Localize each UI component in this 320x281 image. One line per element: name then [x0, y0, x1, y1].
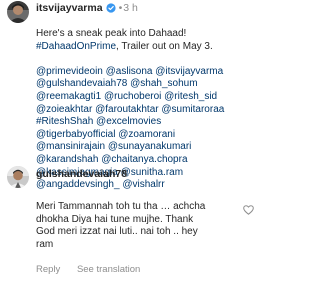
commenter-avatar[interactable] [7, 166, 29, 188]
mention-link[interactable]: @sumitaroraa [159, 104, 224, 115]
caption-text: , Trailer out on May 3. [116, 40, 213, 52]
comment-actions: Reply See translation [36, 264, 140, 275]
caption-line: #DahaadOnPrime, Trailer out on May 3. [36, 41, 262, 54]
mention-line: @zoieakhtar @faroutakhtar @sumitaroraa [36, 104, 262, 117]
mention-line: #RiteshShah @excelmovies [36, 116, 262, 129]
mention-link[interactable]: @zoieakhtar [36, 104, 92, 115]
mention-link[interactable]: @angaddevsingh_ [36, 179, 120, 190]
mention-link[interactable]: @ruchoberoi [101, 91, 161, 102]
mention-link[interactable]: @gulshandevaiah78 [36, 78, 127, 89]
divider [0, 164, 265, 165]
mention-link[interactable]: @mansinirajain [36, 141, 105, 152]
comment-text: Meri Tammannah toh tu tha … achcha dhokh… [36, 201, 236, 251]
heart-outline-icon[interactable] [243, 205, 254, 215]
mention-link[interactable]: @sunayanakumari [105, 141, 192, 152]
verified-badge-icon [105, 3, 116, 13]
commenter-username[interactable]: gulshandevaiah78 [36, 168, 127, 180]
post-header: itsvijayvarma • 3 h [36, 2, 138, 14]
mention-link[interactable]: @shah_sohum [127, 78, 197, 89]
hashtag-link[interactable]: #RiteshShah [36, 116, 93, 127]
mention-link[interactable]: @faroutakhtar [92, 104, 159, 115]
comment-line: ram [36, 238, 54, 250]
mention-line: @gulshandevaiah78 @shah_sohum [36, 78, 262, 91]
mention-link[interactable]: @excelmovies [93, 116, 161, 127]
comment-line: Meri Tammannah toh tu tha … achcha [36, 201, 206, 212]
see-translation-button[interactable]: See translation [77, 264, 140, 275]
caption-line: Here's a sneak peak into Dahaad! [36, 28, 187, 39]
comment-line: dhokha Diya hai tune mujhe. Thank [36, 213, 194, 225]
mention-link[interactable]: @sunitha.ram [118, 167, 183, 178]
mention-line: @mansinirajain @sunayanakumari [36, 141, 262, 154]
mention-line: @tigerbabyofficial @zoamorani [36, 129, 262, 142]
reply-button[interactable]: Reply [36, 264, 60, 275]
mention-link[interactable]: @itsvijayvarma [152, 66, 223, 77]
mention-link[interactable]: @vishalrr [120, 179, 164, 190]
mention-line: @angaddevsingh_ @vishalrr [36, 179, 262, 192]
mention-line: @reemakagti1 @ruchoberoi @ritesh_sid [36, 91, 262, 104]
hashtag-link[interactable]: #DahaadOnPrime [36, 41, 116, 52]
mention-link[interactable]: @ritesh_sid [161, 91, 217, 102]
mention-link[interactable]: @reemakagti1 [36, 91, 101, 102]
author-username[interactable]: itsvijayvarma [36, 2, 103, 14]
post-time: 3 h [123, 2, 138, 14]
mention-link[interactable]: @tigerbabyofficial [36, 129, 115, 140]
mention-line: @primevideoin @aslisona @itsvijayvarma [36, 66, 262, 79]
time-separator: • [118, 2, 123, 14]
comment-line: God meri izzat nai luti.. nai toh .. hey [36, 226, 198, 238]
mention-link[interactable]: @primevideoin [36, 66, 103, 77]
author-avatar[interactable] [7, 1, 29, 23]
mention-link[interactable]: @zoamorani [115, 129, 175, 140]
mention-link[interactable]: @aslisona [103, 66, 153, 77]
